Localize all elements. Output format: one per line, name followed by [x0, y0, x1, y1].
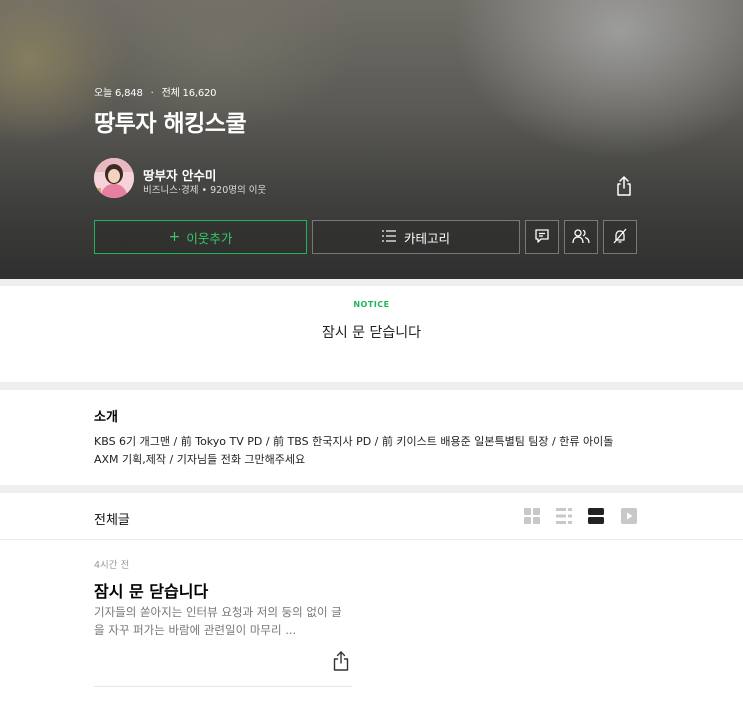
visitor-total: 전체 16,620 [161, 88, 217, 99]
card-view-icon[interactable] [588, 508, 604, 524]
chat-button[interactable] [525, 220, 559, 254]
post-card[interactable]: 4시간 전 잠시 문 닫습니다 기자들의 쏟아지는 인터뷰 요청과 저의 둥의 … [94, 553, 352, 688]
avatar[interactable] [94, 158, 134, 198]
section-divider [0, 485, 743, 493]
category-label: 카테고리 [403, 230, 450, 246]
video-view-icon[interactable] [621, 508, 637, 524]
neighbors-icon [572, 228, 590, 247]
posts-header: 전체글 [0, 493, 743, 540]
share-icon[interactable] [612, 174, 636, 198]
visitor-stats: 오늘 6,848 · 전체 16,620 [94, 84, 217, 99]
category-button[interactable]: 카테고리 [312, 220, 520, 254]
blog-header: 오늘 6,848 · 전체 16,620 땅투자 해킹스쿨 땅부자 안수미 비즈… [0, 0, 743, 279]
posts-section: 전체글 4시간 전 잠시 문 닫습니다 기자들의 쏟아지는 인터뷰 요청과 저의… [0, 493, 743, 728]
post-divider [94, 686, 352, 687]
neighbors-button[interactable] [564, 220, 598, 254]
notice-text[interactable]: 잠시 문 닫습니다 [0, 322, 743, 342]
post-excerpt[interactable]: 기자들의 쏟아지는 인터뷰 요청과 저의 둥의 없이 글을 자꾸 퍼가는 바람에… [94, 603, 352, 639]
notification-off-icon [612, 228, 628, 247]
notification-off-button[interactable] [603, 220, 637, 254]
menu-list-icon [381, 229, 396, 245]
share-icon[interactable] [331, 650, 351, 672]
add-neighbor-button[interactable]: + 이웃추가 [94, 220, 307, 254]
post-title[interactable]: 잠시 문 닫습니다 [94, 578, 208, 602]
blog-title[interactable]: 땅투자 해킹스쿨 [94, 104, 247, 138]
visitor-today: 오늘 6,848 [94, 88, 143, 99]
plus-icon: + [168, 229, 181, 245]
owner-meta: 비즈니스·경제 • 920명의 이웃 [143, 185, 267, 196]
notice-section[interactable]: NOTICE 잠시 문 닫습니다 [0, 286, 743, 382]
intro-section: 소개 KBS 6기 개그맨 / 前 Tokyo TV PD / 前 TBS 한국… [0, 390, 743, 485]
post-time: 4시간 전 [94, 560, 130, 571]
posts-heading: 전체글 [94, 513, 130, 528]
stats-separator: · [150, 88, 154, 99]
chat-icon [534, 228, 550, 247]
section-divider [0, 382, 743, 390]
section-divider [0, 279, 743, 286]
add-neighbor-label: 이웃추가 [186, 230, 233, 246]
intro-body: KBS 6기 개그맨 / 前 Tokyo TV PD / 前 TBS 한국지사 … [94, 435, 614, 466]
list-view-icon[interactable] [556, 508, 572, 524]
album-grid-icon[interactable] [524, 508, 540, 524]
intro-heading: 소개 [94, 410, 118, 425]
notice-label: NOTICE [353, 300, 390, 309]
